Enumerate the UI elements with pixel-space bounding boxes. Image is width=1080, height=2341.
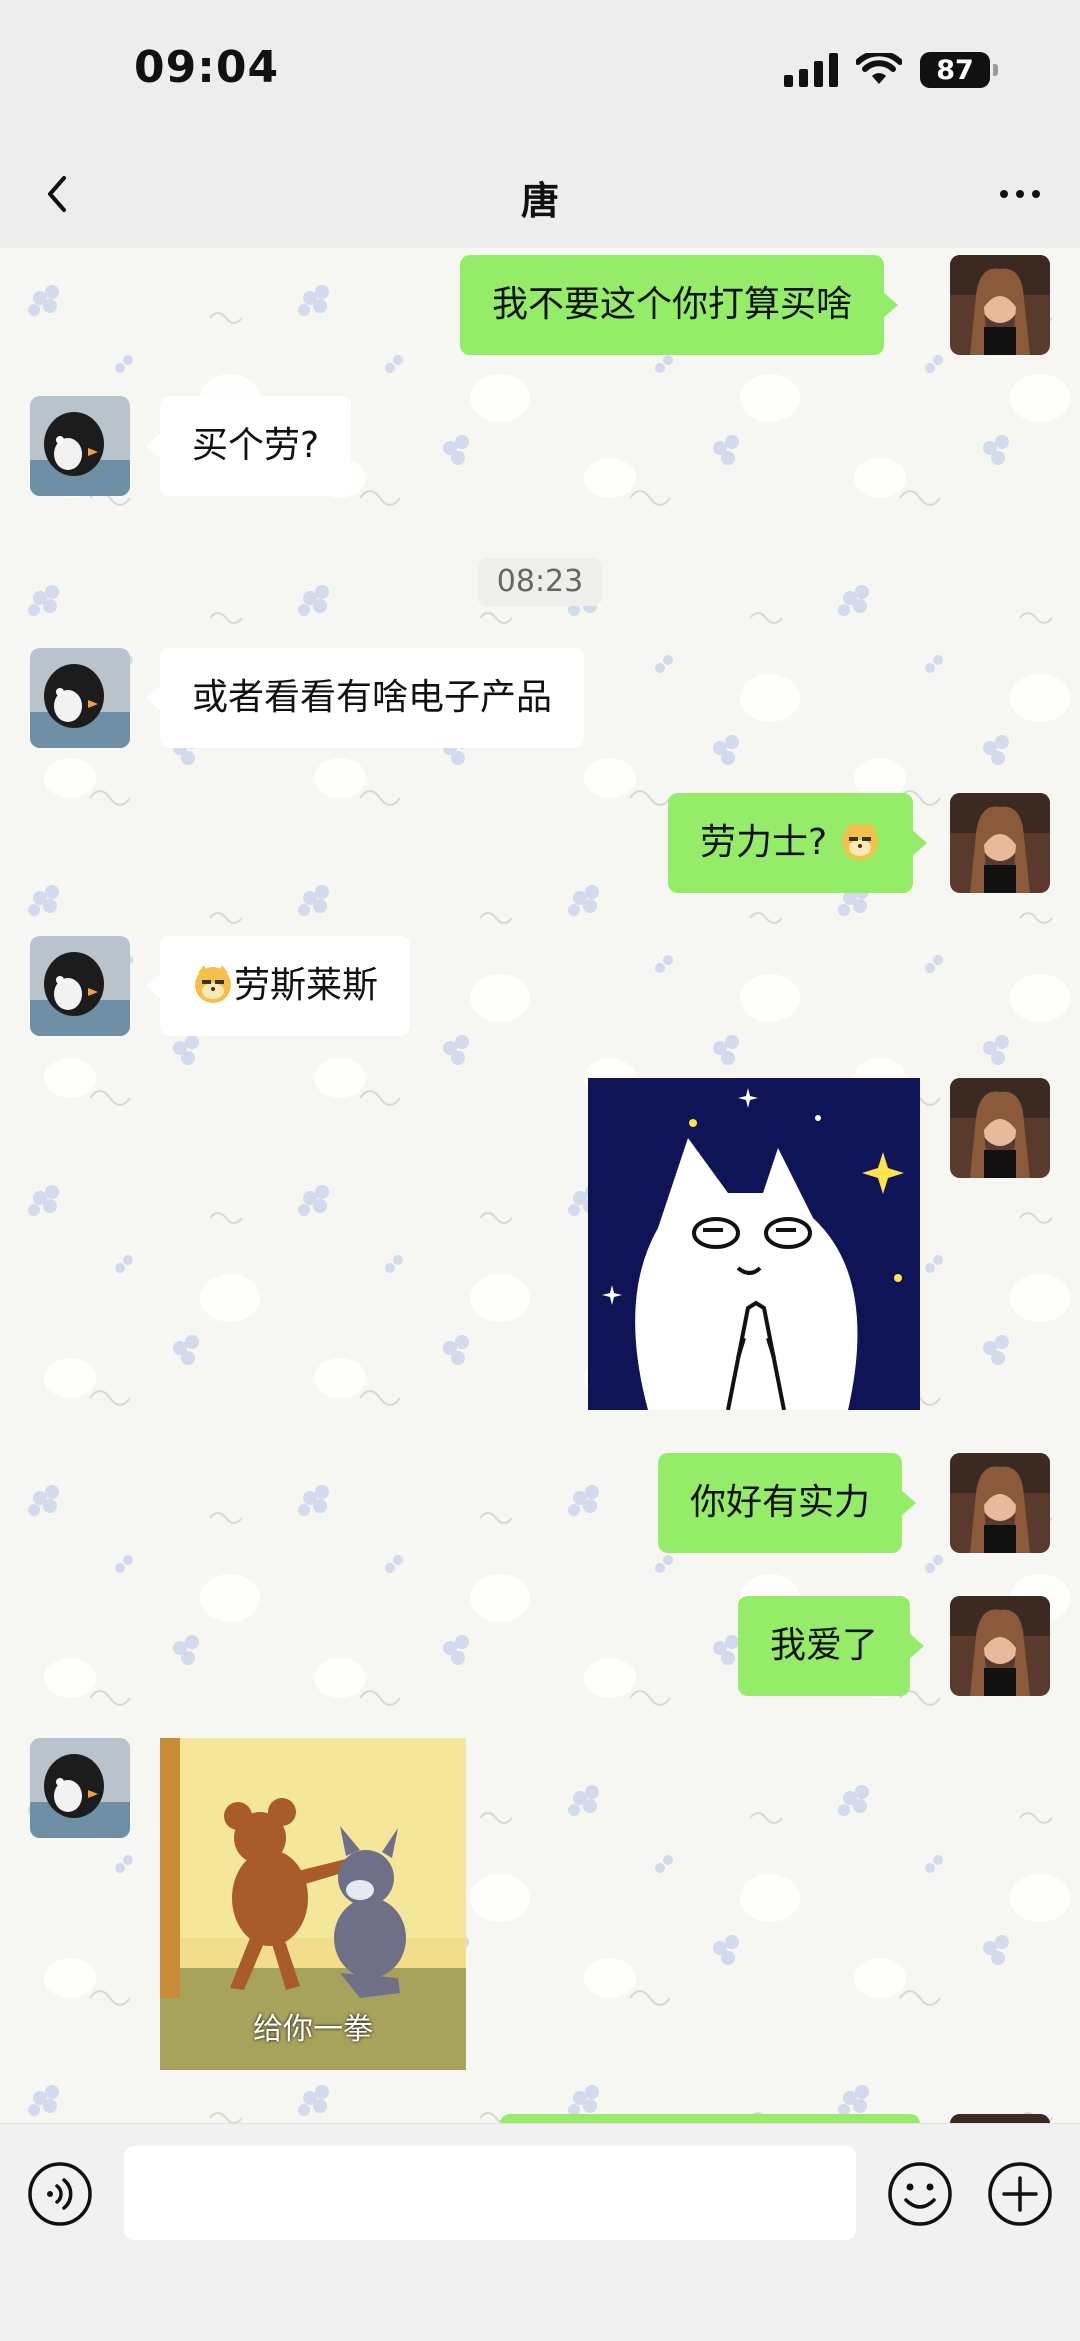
battery-icon: 87: [920, 52, 998, 88]
message-text: 你好有实力: [690, 1482, 871, 1523]
status-bar: 09:04 87: [0, 0, 1080, 140]
sticker-caption: 给你一拳: [253, 2012, 373, 2047]
my-avatar[interactable]: [950, 793, 1050, 893]
message-text-input[interactable]: [124, 2146, 856, 2240]
my-avatar[interactable]: [950, 1078, 1050, 1178]
message-bubble-outgoing[interactable]: 我爱了: [738, 1596, 925, 1696]
status-time: 09:04: [134, 42, 280, 93]
message-input-bar: [0, 2123, 1080, 2341]
chat-header: 唐: [0, 140, 1080, 248]
message-bubble-incoming[interactable]: 劳斯莱斯: [145, 936, 411, 1036]
contact-avatar[interactable]: [30, 648, 130, 748]
status-icons: 87: [784, 52, 998, 88]
message-text: 劳斯莱斯: [234, 965, 379, 1006]
sticker-praying-cat[interactable]: [588, 1078, 920, 1410]
message-bubble-outgoing[interactable]: 我不要这个你打算买啥: [460, 255, 899, 355]
contact-avatar[interactable]: [30, 936, 130, 1036]
message-bubble-outgoing[interactable]: 你好有实力: [658, 1453, 917, 1553]
message-text: 劳力士?: [700, 822, 828, 863]
my-avatar[interactable]: [950, 2114, 1050, 2123]
doge-emoji-icon: [841, 822, 878, 860]
my-avatar[interactable]: [950, 255, 1050, 355]
message-bubble-incoming[interactable]: 或者看看有啥电子产品: [145, 648, 585, 748]
more-options-icon[interactable]: [990, 164, 1050, 224]
message-bubble-outgoing[interactable]: [500, 2114, 920, 2123]
voice-input-icon[interactable]: [26, 2160, 94, 2228]
chat-title: 唐: [520, 179, 559, 223]
contact-avatar[interactable]: [30, 396, 130, 496]
chat-area[interactable]: 我不要这个你打算买啥 买个劳? 08:23 或者看看有啥电子产品 劳力士? 劳斯…: [0, 248, 1080, 2123]
message-bubble-outgoing[interactable]: 劳力士?: [668, 793, 927, 893]
my-avatar[interactable]: [950, 1453, 1050, 1553]
message-timestamp: 08:23: [478, 558, 602, 606]
message-text: 我不要这个你打算买啥: [492, 284, 853, 325]
sticker-tom-and-jerry[interactable]: 给你一拳: [160, 1738, 466, 2070]
message-bubble-incoming[interactable]: 买个劳?: [145, 396, 352, 496]
message-text: 我爱了: [770, 1625, 879, 1666]
emoji-picker-icon[interactable]: [886, 2160, 954, 2228]
doge-emoji-icon: [195, 965, 231, 1003]
cellular-signal-icon: [784, 53, 838, 87]
battery-level: 87: [936, 54, 974, 86]
contact-avatar[interactable]: [30, 1738, 130, 1838]
message-text: 或者看看有啥电子产品: [192, 677, 553, 718]
wifi-icon: [856, 53, 902, 84]
more-functions-plus-icon[interactable]: [986, 2160, 1054, 2228]
message-text: 买个劳?: [192, 425, 320, 466]
my-avatar[interactable]: [950, 1596, 1050, 1696]
